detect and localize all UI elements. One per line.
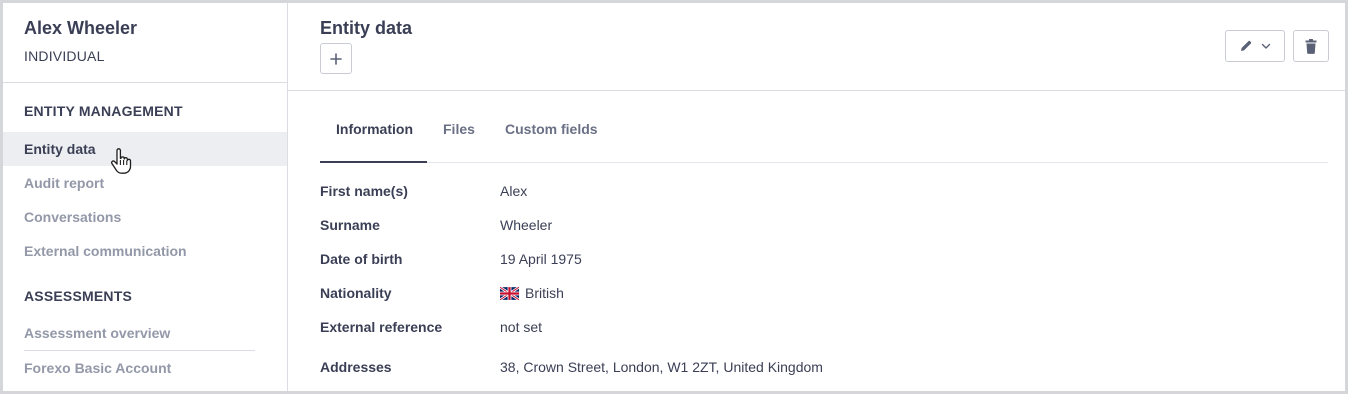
sidebar-item-conversations[interactable]: Conversations <box>3 200 287 234</box>
plus-icon <box>330 52 342 65</box>
sidebar-item-external-communication[interactable]: External communication <box>3 234 287 268</box>
trash-icon <box>1305 38 1317 54</box>
main-header: Entity data <box>288 3 1345 91</box>
field-label: First name(s) <box>320 183 408 199</box>
chevron-down-icon <box>1261 43 1271 49</box>
pencil-icon <box>1241 40 1252 51</box>
field-label: Nationality <box>320 285 392 301</box>
field-label: Surname <box>320 217 380 233</box>
entity-header: Alex Wheeler INDIVIDUAL <box>3 3 287 83</box>
uk-flag-icon <box>500 286 519 300</box>
field-value: British <box>525 285 564 301</box>
section-title-entity-management: ENTITY MANAGEMENT <box>24 103 183 119</box>
sidebar-item-forexo-basic-account[interactable]: Forexo Basic Account <box>3 351 287 385</box>
field-label: Date of birth <box>320 251 403 267</box>
tab-bar: Information Files Custom fields <box>320 100 1328 163</box>
tab-information[interactable]: Information <box>320 100 427 163</box>
field-label: External reference <box>320 319 443 335</box>
page-title: Entity data <box>320 18 413 38</box>
entity-name: Alex Wheeler <box>24 18 138 38</box>
edit-dropdown-button[interactable] <box>1225 30 1285 62</box>
sidebar-item-assessment-overview[interactable]: Assessment overview <box>3 316 287 350</box>
sidebar-item-entity-data[interactable]: Entity data <box>3 132 287 166</box>
entity-type: INDIVIDUAL <box>24 48 105 64</box>
section-title-assessments: ASSESSMENTS <box>24 288 132 304</box>
field-label: Addresses <box>320 359 392 375</box>
hand-cursor-icon <box>111 148 132 174</box>
sidebar-item-audit-report[interactable]: Audit report <box>3 166 287 200</box>
add-button[interactable] <box>320 43 352 74</box>
field-value: Wheeler <box>500 217 553 233</box>
tab-files[interactable]: Files <box>443 100 475 163</box>
field-value: Alex <box>500 183 528 199</box>
field-value: 38, Crown Street, London, W1 2ZT, United… <box>500 359 823 375</box>
field-value: not set <box>500 319 543 335</box>
delete-button[interactable] <box>1293 30 1329 62</box>
sidebar: Alex Wheeler INDIVIDUAL ENTITY MANAGEMEN… <box>3 3 288 391</box>
field-value: 19 April 1975 <box>500 251 582 267</box>
tab-custom-fields[interactable]: Custom fields <box>505 100 598 163</box>
